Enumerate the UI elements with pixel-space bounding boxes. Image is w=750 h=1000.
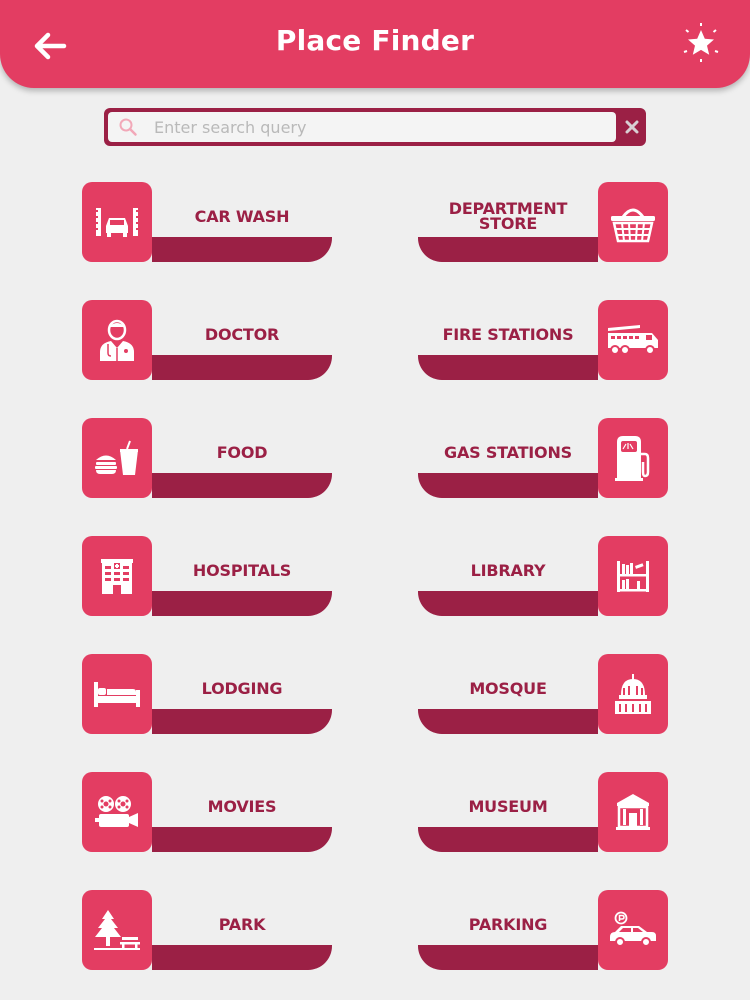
search-field [108,112,616,142]
icon-box [82,182,152,262]
category-fire-stations[interactable]: FIRE STATIONS [418,300,668,380]
icon-box [82,300,152,380]
doctor-icon [100,319,134,361]
page-title: Place Finder [275,24,475,57]
category-car-wash[interactable]: CAR WASH [82,182,332,262]
tile-bar [418,709,598,734]
category-label: FIRE STATIONS [442,324,574,344]
category-park[interactable]: PARK [82,890,332,970]
icon-box [598,182,668,262]
category-label: MOVIES [207,796,277,816]
car-parking-icon [610,911,656,947]
category-museum[interactable]: MUSEUM [418,772,668,852]
star-icon [683,23,719,62]
category-label: PARK [218,914,266,934]
category-mosque[interactable]: MOSQUE [418,654,668,734]
tile-bar [418,355,598,380]
icon-box [598,300,668,380]
search-input[interactable] [154,114,594,140]
tile-bar [152,591,332,616]
category-label: GAS STATIONS [444,442,572,462]
film-projector-icon [95,796,138,827]
tree-bench-icon [94,910,140,950]
icon-box [598,890,668,970]
tile-bar [418,827,598,852]
category-gas-stations[interactable]: GAS STATIONS [418,418,668,498]
category-label: DEPARTMENT STORE [448,199,568,233]
icon-box [598,772,668,852]
category-label: MOSQUE [469,678,547,698]
shopping-basket-icon [611,208,655,243]
icon-box [598,536,668,616]
app-header: Place Finder [0,0,750,88]
tile-bar [152,237,332,262]
category-label: PARKING [468,914,548,934]
category-department-store[interactable]: DEPARTMENT STORE [418,182,668,262]
search-bar [104,108,646,146]
category-hospitals[interactable]: HOSPITALS [82,536,332,616]
category-food[interactable]: FOOD [82,418,332,498]
tile-bar [152,945,332,970]
category-label: CAR WASH [194,206,290,226]
tile-bar [152,709,332,734]
icon-box [82,654,152,734]
museum-icon [616,794,650,830]
hospital-building-icon [101,559,133,594]
fuel-pump-icon [615,436,650,481]
tile-bar [418,591,598,616]
category-label: MUSEUM [468,796,548,816]
tile-bar [418,473,598,498]
tile-bar [152,355,332,380]
tile-bar [152,827,332,852]
icon-box [82,536,152,616]
category-label: LIBRARY [470,560,546,580]
category-movies[interactable]: MOVIES [82,772,332,852]
burger-drink-icon [95,440,138,475]
clear-search-button[interactable] [618,112,646,142]
tile-bar [418,237,598,262]
close-icon [625,120,639,134]
fire-truck-icon [608,325,658,355]
category-label: HOSPITALS [192,560,292,580]
category-library[interactable]: LIBRARY [418,536,668,616]
icon-box [598,654,668,734]
favorite-button[interactable] [680,22,722,64]
dome-icon [615,674,651,714]
category-label: DOCTOR [204,324,280,344]
bed-icon [94,682,140,707]
bookshelf-icon [617,561,649,592]
category-parking[interactable]: PARKING [418,890,668,970]
search-icon [119,118,137,136]
category-lodging[interactable]: LODGING [82,654,332,734]
icon-box [82,772,152,852]
tile-bar [418,945,598,970]
icon-box [82,418,152,498]
car-wash-icon [96,208,138,237]
icon-box [598,418,668,498]
category-label: LODGING [201,678,283,698]
tile-bar [152,473,332,498]
category-doctor[interactable]: DOCTOR [82,300,332,380]
icon-box [82,890,152,970]
category-label: FOOD [216,442,268,462]
